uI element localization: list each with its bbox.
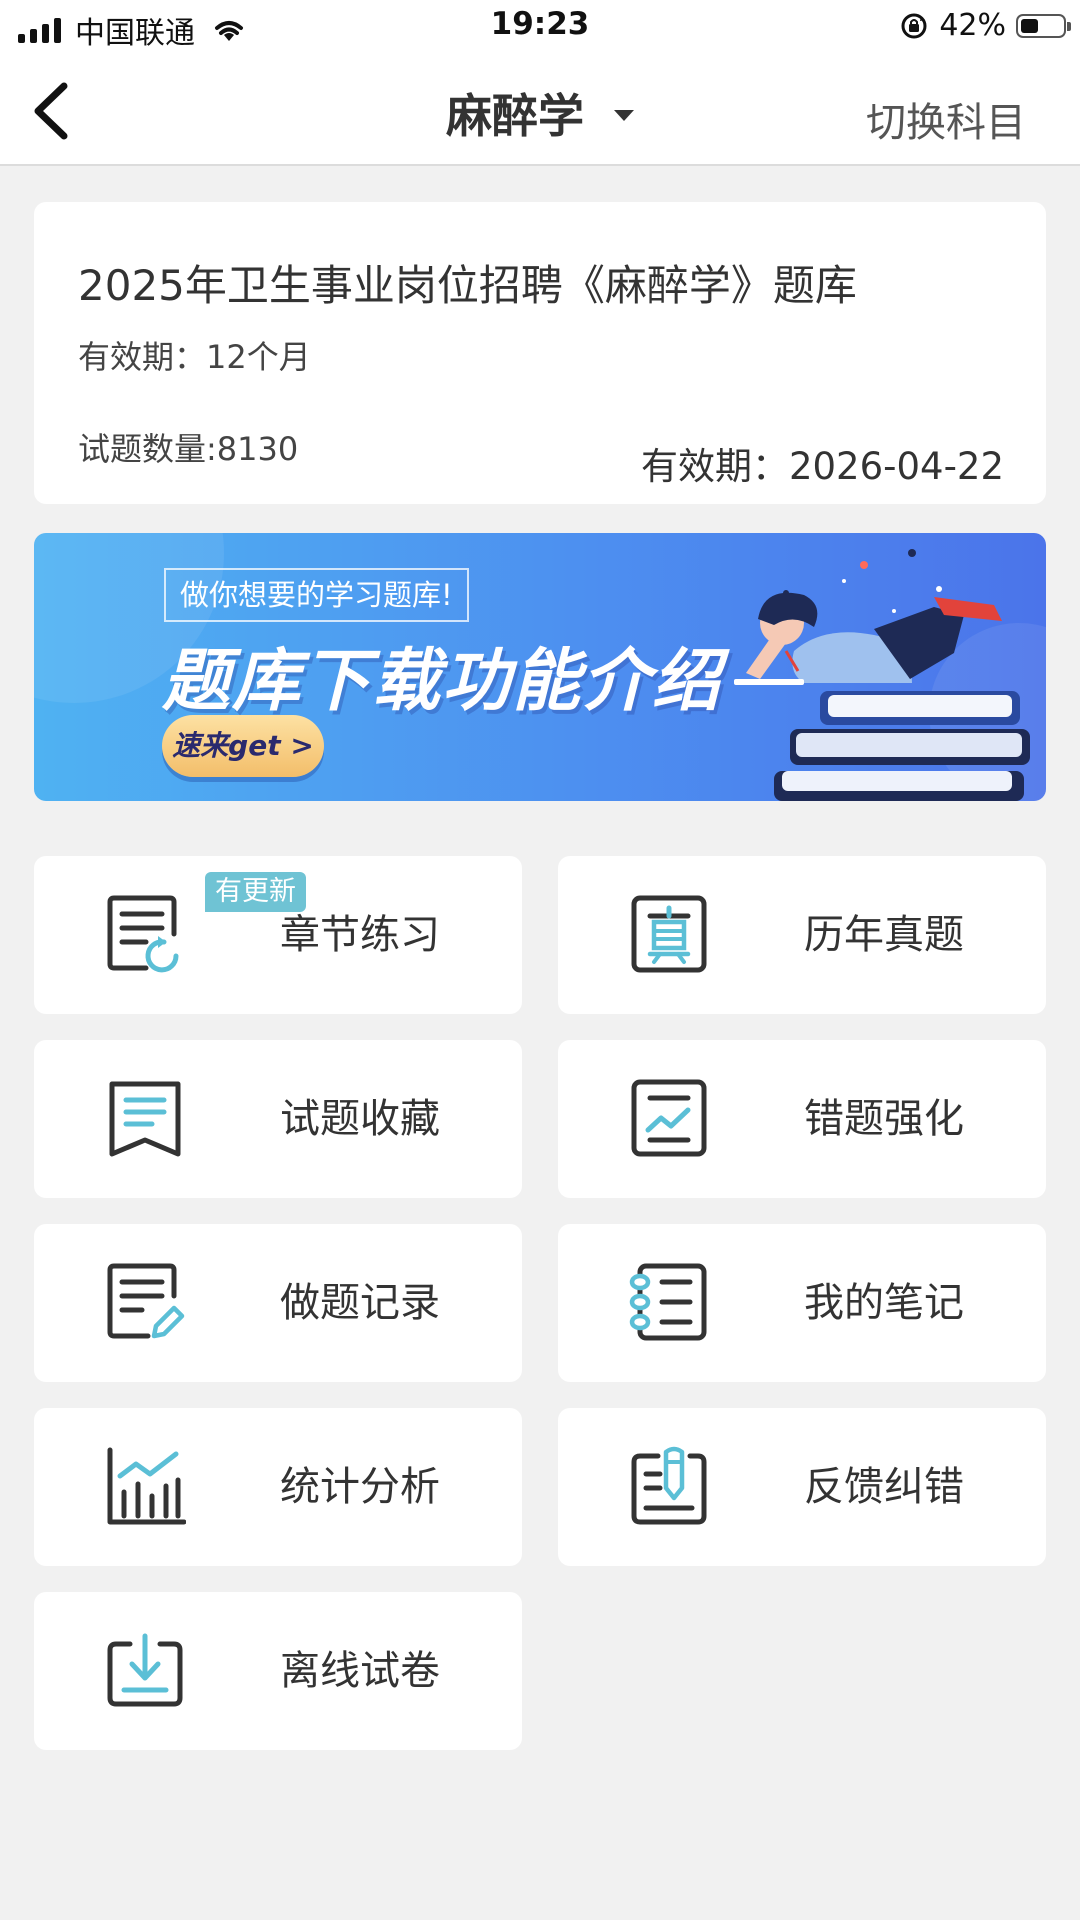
menu-label: 历年真题	[804, 912, 964, 958]
validity-period: 有效期：12个月	[78, 338, 311, 376]
past-exams-icon	[631, 895, 707, 973]
menu-practice-records[interactable]: 做题记录	[34, 1224, 522, 1382]
menu-past-exams[interactable]: 历年真题	[558, 856, 1046, 1014]
menu-my-notes[interactable]: 我的笔记	[558, 1224, 1046, 1382]
banner-headline: 题库下载功能介绍	[162, 642, 723, 721]
switch-subject-button[interactable]: 切换科目	[866, 90, 1026, 148]
menu-chapter-practice[interactable]: 章节练习 有更新	[34, 856, 522, 1014]
battery-percent: 42%	[939, 8, 1006, 43]
battery-icon	[1016, 13, 1071, 38]
caret-down-icon	[614, 110, 634, 121]
page-title: 麻醉学	[446, 89, 584, 143]
menu-feedback[interactable]: 反馈纠错	[558, 1408, 1046, 1566]
bar-chart-icon	[107, 1447, 186, 1525]
edit-document-icon	[107, 1263, 185, 1339]
orientation-lock-icon	[901, 13, 927, 38]
expiry-date: 有效期：2026-04-22	[640, 445, 1004, 488]
trend-chart-icon	[631, 1079, 707, 1157]
download-icon	[107, 1633, 183, 1707]
menu-wrong-questions[interactable]: 错题强化	[558, 1040, 1046, 1198]
menu-label: 做题记录	[280, 1280, 440, 1326]
chapter-practice-icon	[107, 895, 179, 973]
menu-favorites[interactable]: 试题收藏	[34, 1040, 522, 1198]
download-feature-banner[interactable]: 做你想要的学习题库! 题库下载功能介绍 速来get >	[34, 533, 1046, 801]
notebook-icon	[629, 1263, 707, 1341]
menu-label: 试题收藏	[280, 1096, 440, 1142]
banner-cta-button[interactable]: 速来get >	[162, 715, 324, 777]
menu-statistics[interactable]: 统计分析	[34, 1408, 522, 1566]
status-bar: 中国联通 19:23 42%	[0, 0, 1080, 56]
menu-label: 反馈纠错	[804, 1464, 964, 1510]
menu-label: 我的笔记	[804, 1280, 964, 1326]
menu-label: 错题强化	[804, 1096, 964, 1142]
bookmark-icon	[109, 1081, 181, 1157]
feedback-pen-icon	[631, 1446, 707, 1525]
bank-title: 2025年卫生事业岗位招聘《麻醉学》题库	[78, 261, 857, 310]
nav-bar: 麻醉学 切换科目	[0, 56, 1080, 166]
menu-label: 离线试卷	[280, 1648, 440, 1694]
menu-offline-papers[interactable]: 离线试卷	[34, 1592, 522, 1750]
status-right: 42%	[899, 8, 1071, 43]
question-bank-card: 2025年卫生事业岗位招聘《麻醉学》题库 有效期：12个月 试题数量:8130 …	[34, 202, 1046, 504]
banner-subtitle: 做你想要的学习题库!	[164, 568, 469, 622]
menu-label: 统计分析	[280, 1464, 440, 1510]
update-badge: 有更新	[205, 872, 306, 912]
question-count: 试题数量:8130	[78, 430, 299, 468]
